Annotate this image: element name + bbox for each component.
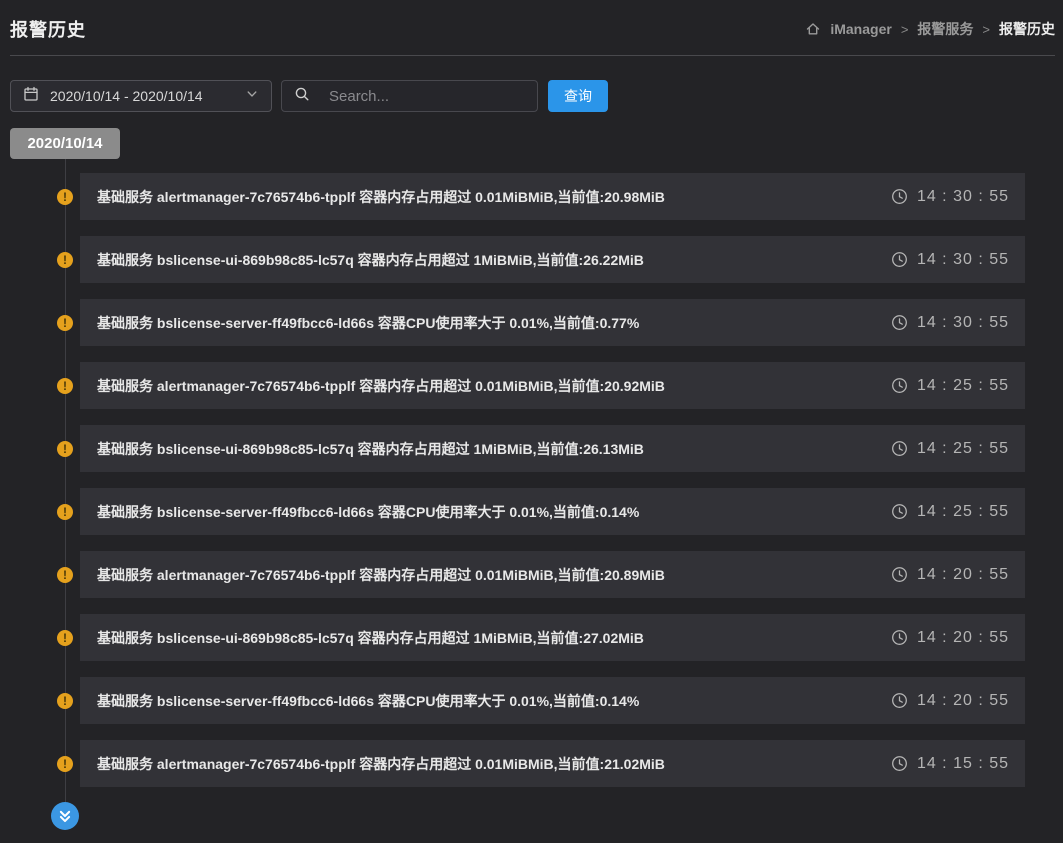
alarm-row[interactable]: ! 基础服务 bslicense-server-ff49fbcc6-ld66s … bbox=[80, 299, 1025, 346]
alarm-time-text: 14 : 30 : 55 bbox=[917, 188, 1009, 206]
date-group-tag: 2020/10/14 bbox=[10, 128, 120, 159]
breadcrumb-item-alarm-service[interactable]: 报警服务 bbox=[917, 19, 973, 39]
alarm-time-text: 14 : 15 : 55 bbox=[917, 755, 1009, 773]
alarm-row[interactable]: ! 基础服务 bslicense-server-ff49fbcc6-ld66s … bbox=[80, 677, 1025, 724]
clock-icon bbox=[891, 188, 908, 205]
search-box bbox=[281, 80, 538, 112]
alarm-timestamp: 14 : 30 : 55 bbox=[891, 188, 1009, 206]
clock-icon bbox=[891, 377, 908, 394]
alarm-row[interactable]: ! 基础服务 bslicense-ui-869b98c85-lc57q 容器内存… bbox=[80, 236, 1025, 283]
alarm-row[interactable]: ! 基础服务 alertmanager-7c76574b6-tpplf 容器内存… bbox=[80, 740, 1025, 787]
alarm-row[interactable]: ! 基础服务 bslicense-ui-869b98c85-lc57q 容器内存… bbox=[80, 614, 1025, 661]
alarm-message: 基础服务 bslicense-server-ff49fbcc6-ld66s 容器… bbox=[97, 502, 639, 522]
alarm-message: 基础服务 bslicense-ui-869b98c85-lc57q 容器内存占用… bbox=[97, 628, 644, 648]
warning-icon: ! bbox=[57, 189, 73, 205]
warning-icon: ! bbox=[57, 441, 73, 457]
breadcrumb: iManager > 报警服务 > 报警历史 bbox=[805, 19, 1055, 39]
clock-icon bbox=[891, 440, 908, 457]
breadcrumb-separator: > bbox=[982, 22, 990, 37]
warning-icon: ! bbox=[57, 756, 73, 772]
alarm-row[interactable]: ! 基础服务 bslicense-server-ff49fbcc6-ld66s … bbox=[80, 488, 1025, 535]
alarm-row[interactable]: ! 基础服务 alertmanager-7c76574b6-tpplf 容器内存… bbox=[80, 173, 1025, 220]
alarm-row[interactable]: ! 基础服务 bslicense-ui-869b98c85-lc57q 容器内存… bbox=[80, 425, 1025, 472]
date-range-value: 2020/10/14 - 2020/10/14 bbox=[50, 88, 245, 104]
alarm-message: 基础服务 alertmanager-7c76574b6-tpplf 容器内存占用… bbox=[97, 187, 665, 207]
header-divider bbox=[10, 55, 1055, 56]
page-title: 报警历史 bbox=[10, 16, 86, 42]
breadcrumb-item-alarm-history: 报警历史 bbox=[999, 19, 1055, 39]
alarm-message: 基础服务 bslicense-ui-869b98c85-lc57q 容器内存占用… bbox=[97, 439, 644, 459]
home-icon[interactable] bbox=[805, 21, 821, 37]
alarm-timestamp: 14 : 20 : 55 bbox=[891, 692, 1009, 710]
load-more-button[interactable] bbox=[51, 802, 79, 830]
clock-icon bbox=[891, 629, 908, 646]
alarm-message: 基础服务 bslicense-ui-869b98c85-lc57q 容器内存占用… bbox=[97, 250, 644, 270]
alarm-row[interactable]: ! 基础服务 alertmanager-7c76574b6-tpplf 容器内存… bbox=[80, 362, 1025, 409]
clock-icon bbox=[891, 314, 908, 331]
alarm-timestamp: 14 : 25 : 55 bbox=[891, 440, 1009, 458]
alarm-time-text: 14 : 30 : 55 bbox=[917, 314, 1009, 332]
warning-icon: ! bbox=[57, 630, 73, 646]
clock-icon bbox=[891, 503, 908, 520]
breadcrumb-item-imanager[interactable]: iManager bbox=[830, 21, 891, 37]
alarm-message: 基础服务 bslicense-server-ff49fbcc6-ld66s 容器… bbox=[97, 691, 639, 711]
warning-icon: ! bbox=[57, 252, 73, 268]
date-range-picker[interactable]: 2020/10/14 - 2020/10/14 bbox=[10, 80, 272, 112]
alarm-row[interactable]: ! 基础服务 alertmanager-7c76574b6-tpplf 容器内存… bbox=[80, 551, 1025, 598]
alarm-timestamp: 14 : 25 : 55 bbox=[891, 503, 1009, 521]
double-chevron-down-icon bbox=[51, 805, 79, 827]
warning-icon: ! bbox=[57, 567, 73, 583]
alarm-message: 基础服务 alertmanager-7c76574b6-tpplf 容器内存占用… bbox=[97, 376, 665, 396]
filter-bar: 2020/10/14 - 2020/10/14 查询 bbox=[10, 80, 1063, 112]
search-icon bbox=[294, 86, 310, 107]
alarm-history-page: 报警历史 iManager > 报警服务 > 报警历史 bbox=[0, 0, 1063, 843]
chevron-down-icon bbox=[245, 87, 259, 106]
warning-icon: ! bbox=[57, 378, 73, 394]
alarm-list: ! 基础服务 alertmanager-7c76574b6-tpplf 容器内存… bbox=[0, 159, 1063, 787]
clock-icon bbox=[891, 566, 908, 583]
alarm-time-text: 14 : 25 : 55 bbox=[917, 377, 1009, 395]
alarm-timestamp: 14 : 20 : 55 bbox=[891, 566, 1009, 584]
alarm-time-text: 14 : 20 : 55 bbox=[917, 566, 1009, 584]
query-button[interactable]: 查询 bbox=[548, 80, 608, 112]
alarm-time-text: 14 : 25 : 55 bbox=[917, 503, 1009, 521]
breadcrumb-separator: > bbox=[901, 22, 909, 37]
alarm-time-text: 14 : 20 : 55 bbox=[917, 629, 1009, 647]
alarm-message: 基础服务 alertmanager-7c76574b6-tpplf 容器内存占用… bbox=[97, 565, 665, 585]
clock-icon bbox=[891, 755, 908, 772]
alarm-message: 基础服务 bslicense-server-ff49fbcc6-ld66s 容器… bbox=[97, 313, 639, 333]
alarm-timeline: ! 基础服务 alertmanager-7c76574b6-tpplf 容器内存… bbox=[0, 159, 1063, 842]
warning-icon: ! bbox=[57, 504, 73, 520]
clock-icon bbox=[891, 692, 908, 709]
alarm-timestamp: 14 : 15 : 55 bbox=[891, 755, 1009, 773]
alarm-time-text: 14 : 20 : 55 bbox=[917, 692, 1009, 710]
alarm-time-text: 14 : 25 : 55 bbox=[917, 440, 1009, 458]
alarm-timestamp: 14 : 30 : 55 bbox=[891, 314, 1009, 332]
alarm-timestamp: 14 : 20 : 55 bbox=[891, 629, 1009, 647]
alarm-time-text: 14 : 30 : 55 bbox=[917, 251, 1009, 269]
page-header: 报警历史 iManager > 报警服务 > 报警历史 bbox=[0, 0, 1063, 55]
alarm-timestamp: 14 : 25 : 55 bbox=[891, 377, 1009, 395]
calendar-icon bbox=[23, 86, 39, 107]
alarm-message: 基础服务 alertmanager-7c76574b6-tpplf 容器内存占用… bbox=[97, 754, 665, 774]
alarm-timestamp: 14 : 30 : 55 bbox=[891, 251, 1009, 269]
warning-icon: ! bbox=[57, 315, 73, 331]
clock-icon bbox=[891, 251, 908, 268]
warning-icon: ! bbox=[57, 693, 73, 709]
search-input[interactable] bbox=[329, 88, 528, 105]
